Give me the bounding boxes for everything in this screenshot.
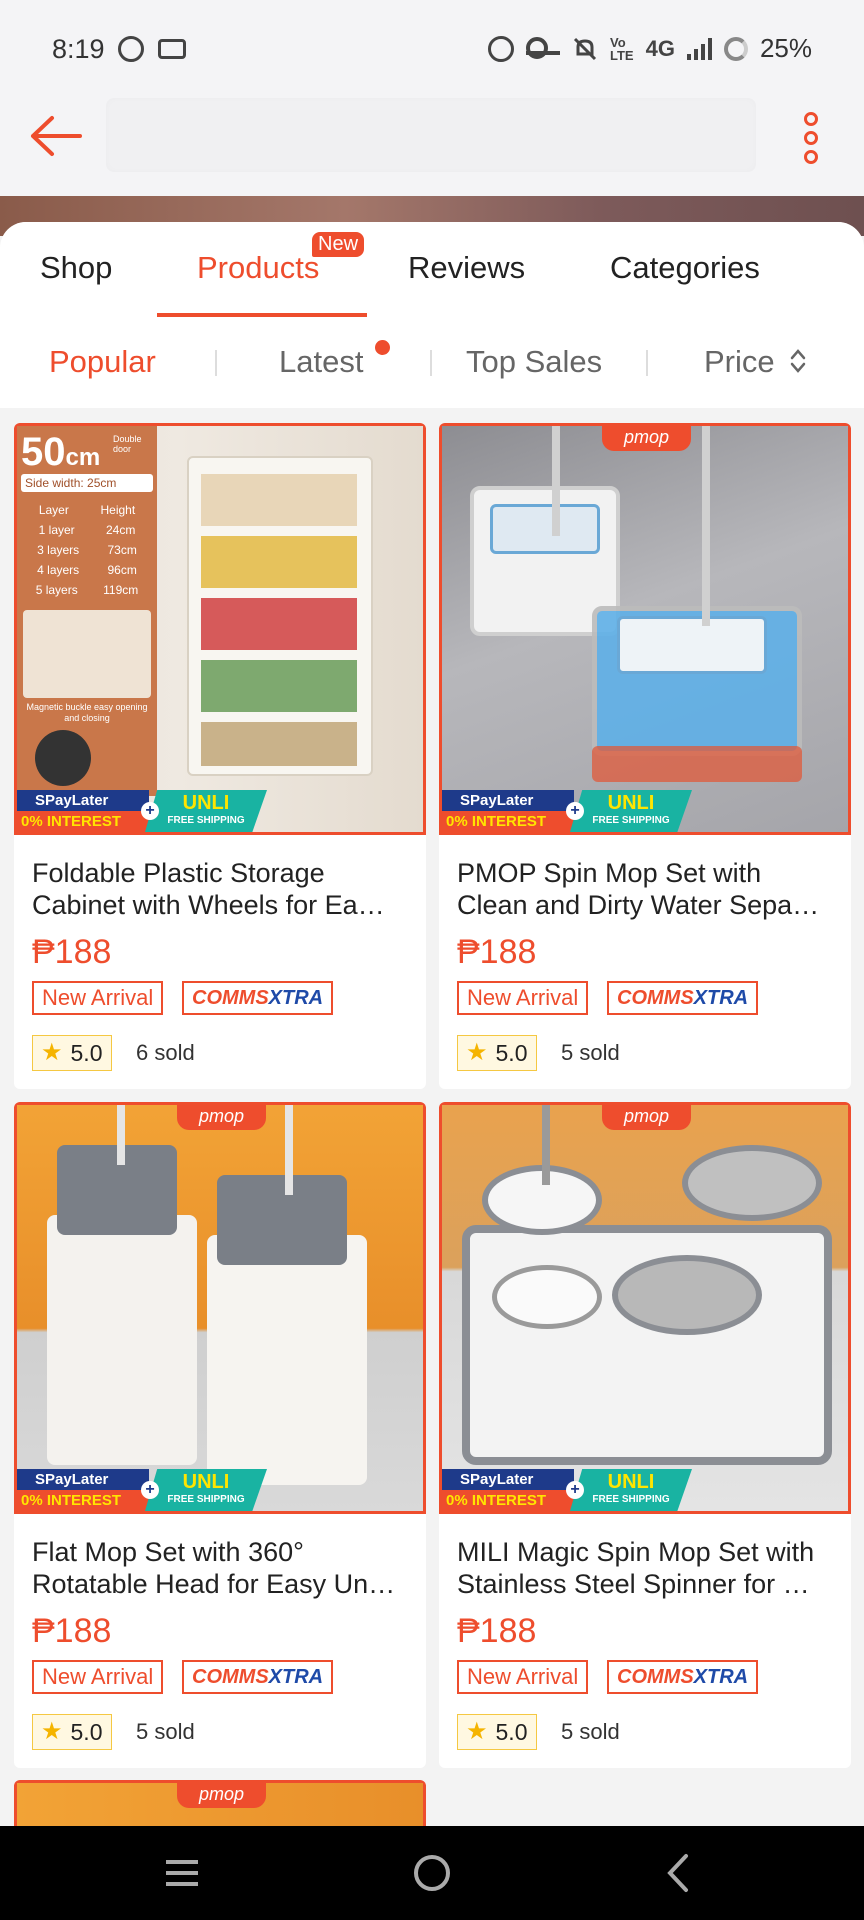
battery-level: 25% (759, 33, 812, 63)
divider (646, 350, 648, 376)
sold-count: 5 sold (561, 1719, 620, 1744)
active-tab-indicator (157, 313, 367, 317)
notification-icon (158, 39, 186, 59)
divider (430, 350, 432, 376)
signal-icon (686, 37, 712, 60)
sort-popular[interactable]: Popular (49, 344, 156, 380)
brand-label: pmop (602, 1105, 692, 1130)
promo-banner: SPayLater 0% INTEREST UNLI FREE SHIPPING … (442, 1469, 848, 1511)
product-price: ₱188 (457, 1612, 537, 1650)
sort-arrows-icon[interactable] (790, 348, 806, 374)
product-title[interactable]: Flat Mop Set with 360° Rotatable Head fo… (32, 1536, 408, 1600)
product-title[interactable]: PMOP Spin Mop Set with Clean and Dirty W… (457, 857, 833, 921)
home-icon[interactable] (402, 1846, 462, 1900)
product-card[interactable]: pmop SPayLater 0% INTEREST UNLI FREE SHIP… (439, 1102, 851, 1768)
comms-xtra-tag: COMMSXTRA (182, 1660, 334, 1694)
new-badge: New (312, 232, 365, 257)
tab-reviews[interactable]: Reviews (408, 250, 525, 286)
brand-label: pmop (602, 426, 692, 451)
network-type: 4G (645, 35, 675, 61)
system-nav-bar (0, 1826, 864, 1920)
star-icon: ★ (466, 1718, 488, 1745)
rating-badge: ★ 5.0 (457, 1714, 537, 1750)
tab-shop[interactable]: Shop (40, 250, 112, 286)
new-arrival-tag: New Arrival (457, 981, 589, 1015)
product-image[interactable]: 50cm Double door Side width: 25cm Layer H… (14, 423, 426, 835)
sold-count: 5 sold (136, 1719, 195, 1744)
products-panel: Shop Products New Reviews Categories Pop… (0, 222, 864, 1832)
sold-count: 6 sold (136, 1040, 195, 1065)
product-card[interactable]: pmop SPayLater 0% INTEREST UNLI FREE SHIP… (14, 1102, 426, 1768)
back-arrow-icon[interactable] (28, 114, 82, 158)
tab-categories[interactable]: Categories (610, 250, 760, 286)
cabinet-shape (187, 456, 373, 776)
volte-icon: Vo LTE (610, 34, 634, 63)
tab-bar: Shop Products New Reviews Categories Pop… (0, 222, 864, 408)
rating-badge: ★ 5.0 (32, 1035, 112, 1071)
new-indicator-dot (375, 340, 390, 355)
comms-xtra-tag: COMMSXTRA (607, 981, 759, 1015)
new-arrival-tag: New Arrival (32, 1660, 164, 1694)
product-image[interactable]: pmop SPayLater 0% INTEREST UNLI FREE SHIP… (439, 1102, 851, 1514)
new-arrival-tag: New Arrival (457, 1660, 589, 1694)
comms-xtra-tag: COMMSXTRA (607, 1660, 759, 1694)
sort-latest[interactable]: Latest (279, 344, 363, 380)
tab-products[interactable]: Products (197, 250, 319, 286)
more-options-icon[interactable] (799, 112, 823, 164)
product-price: ₱188 (32, 933, 112, 971)
rating-badge: ★ 5.0 (457, 1035, 537, 1071)
comms-xtra-tag: COMMSXTRA (182, 981, 334, 1015)
sort-price[interactable]: Price (704, 344, 775, 380)
promo-banner: SPayLater 0% INTEREST UNLI FREE SHIPPING … (17, 1469, 423, 1511)
star-icon: ★ (41, 1718, 63, 1745)
star-icon: ★ (466, 1039, 488, 1066)
search-bar[interactable] (106, 98, 756, 172)
product-card[interactable]: pmop (14, 1780, 426, 1832)
sort-top-sales[interactable]: Top Sales (466, 344, 602, 380)
promo-banner: SPayLater 0% INTEREST UNLI FREE SHIPPING … (17, 790, 423, 832)
alarm-icon (118, 36, 144, 62)
product-card[interactable]: 50cm Double door Side width: 25cm Layer H… (14, 423, 426, 1089)
rating-badge: ★ 5.0 (32, 1714, 112, 1750)
star-icon: ★ (41, 1039, 63, 1066)
promo-banner: SPayLater 0% INTEREST UNLI FREE SHIPPING … (442, 790, 848, 832)
battery-icon (723, 36, 748, 61)
product-image[interactable]: pmop (14, 1780, 426, 1832)
product-title[interactable]: Foldable Plastic Storage Cabinet with Wh… (32, 857, 408, 921)
divider (215, 350, 217, 376)
status-time: 8:19 (52, 34, 105, 64)
brand-label: pmop (177, 1783, 267, 1808)
product-price: ₱188 (32, 1612, 112, 1650)
mute-icon (573, 37, 597, 60)
alarm-icon (488, 35, 514, 62)
product-title[interactable]: MILI Magic Spin Mop Set with Stainless S… (457, 1536, 833, 1600)
brand-label: pmop (177, 1105, 267, 1130)
new-arrival-tag: New Arrival (32, 981, 164, 1015)
vpn-key-icon (526, 36, 560, 59)
status-bar: 8:19 Vo LTE 4G 25% (0, 0, 864, 100)
product-image[interactable]: pmop SPayLater 0% INTEREST UNLI FREE SHIP… (14, 1102, 426, 1514)
product-card[interactable]: pmop SPayLater 0% INTEREST UNLI FREE SHIP… (439, 423, 851, 1089)
product-price: ₱188 (457, 933, 537, 971)
height-table: Layer Height 1 layer 24cm 3 layers 73cm 4 l… (35, 503, 139, 597)
sold-count: 5 sold (561, 1040, 620, 1065)
recent-apps-icon[interactable] (152, 1846, 212, 1900)
size-label: 50cm (21, 430, 101, 474)
back-nav-icon[interactable] (650, 1846, 710, 1900)
product-image[interactable]: pmop SPayLater 0% INTEREST UNLI FREE SHIP… (439, 423, 851, 835)
